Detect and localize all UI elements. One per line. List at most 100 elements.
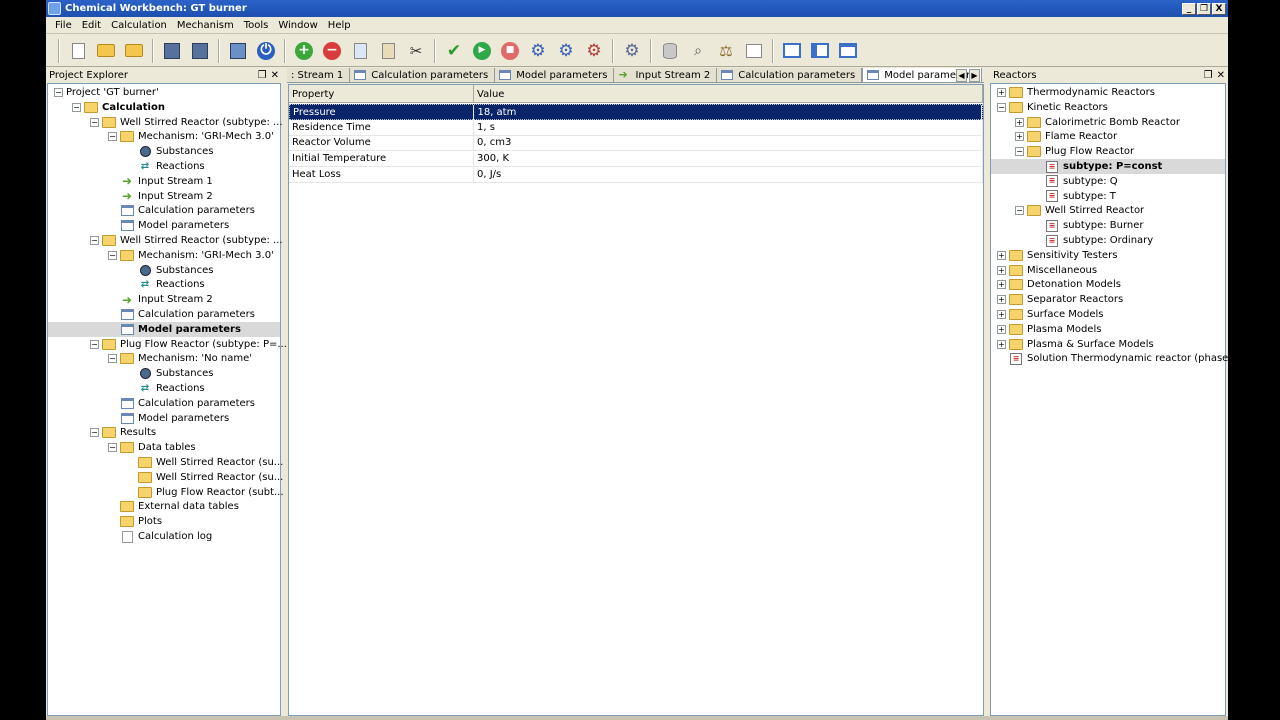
- expand-icon[interactable]: +: [1015, 117, 1024, 127]
- value-cell[interactable]: 1, s: [474, 119, 983, 135]
- tree-item[interactable]: Plug Flow Reactor (subt...: [48, 485, 284, 500]
- menu-tools[interactable]: Tools: [239, 20, 274, 31]
- collapse-icon[interactable]: −: [1015, 206, 1024, 216]
- tree-item[interactable]: Model parameters: [48, 321, 280, 337]
- gear-add-button[interactable]: ⚙: [527, 40, 549, 62]
- expand-icon[interactable]: +: [1015, 132, 1024, 142]
- document-tab[interactable]: Calculation parameters: [350, 68, 496, 82]
- tree-item[interactable]: + Calorimetric Bomb Reactor: [991, 115, 1225, 130]
- tree-item[interactable]: + Thermodynamic Reactors: [991, 85, 1225, 100]
- tree-item[interactable]: Well Stirred Reactor (su...: [48, 455, 283, 470]
- tree-item[interactable]: ≡ subtype: T: [991, 189, 1225, 204]
- document-tab[interactable]: : Stream 1: [287, 68, 351, 82]
- tree-item[interactable]: − Well Stirred Reactor (subtype: ...: [48, 233, 283, 248]
- document-tab[interactable]: Calculation parameters: [717, 68, 863, 82]
- collapse-icon[interactable]: −: [90, 236, 99, 245]
- table-row[interactable]: Heat Loss 0, J/s: [289, 166, 983, 183]
- tree-item[interactable]: ⇄ Reactions: [48, 159, 280, 174]
- tab-scroll-right-icon[interactable]: ▶: [969, 69, 980, 82]
- chart-button[interactable]: [743, 40, 765, 62]
- tree-item[interactable]: ≡ subtype: Burner: [991, 218, 1225, 233]
- tree-item[interactable]: + Sensitivity Testers: [991, 248, 1225, 263]
- tree-item[interactable]: Calculation parameters: [48, 203, 280, 218]
- expand-icon[interactable]: +: [997, 295, 1006, 305]
- project-settings-button[interactable]: [227, 40, 249, 62]
- collapse-icon[interactable]: −: [1015, 147, 1024, 157]
- close-panel-icon[interactable]: ✕: [271, 70, 279, 81]
- expand-icon[interactable]: +: [997, 310, 1006, 319]
- expand-icon[interactable]: +: [997, 265, 1006, 275]
- tree-item[interactable]: − Mechanism: 'No name': [48, 351, 280, 366]
- tree-item[interactable]: Model parameters: [48, 218, 280, 233]
- expand-icon[interactable]: +: [997, 280, 1006, 290]
- tree-item[interactable]: ➜ Input Stream 2: [48, 189, 280, 204]
- tree-item[interactable]: − Well Stirred Reactor: [991, 203, 1225, 218]
- tree-item[interactable]: − Results: [48, 425, 280, 440]
- collapse-icon[interactable]: −: [90, 117, 99, 127]
- tree-item[interactable]: + Plasma Models: [991, 322, 1225, 337]
- tree-item[interactable]: ≡ subtype: Q: [991, 174, 1225, 189]
- expand-icon[interactable]: +: [997, 324, 1006, 334]
- table-row[interactable]: Reactor Volume 0, cm3: [289, 135, 983, 152]
- cut-button[interactable]: ✂: [405, 40, 427, 62]
- restore-panel-icon[interactable]: ❐: [1204, 70, 1213, 81]
- table-row[interactable]: Initial Temperature 300, K: [289, 151, 983, 168]
- collapse-icon[interactable]: −: [108, 250, 117, 260]
- gear-button[interactable]: ⚙: [583, 40, 605, 62]
- new-document-button[interactable]: [67, 40, 89, 62]
- tree-item[interactable]: ≡ Solution Thermodynamic reactor (phase .…: [991, 351, 1228, 366]
- collapse-icon[interactable]: −: [108, 354, 117, 364]
- collapse-icon[interactable]: −: [72, 102, 81, 112]
- tree-item[interactable]: − Data tables: [48, 440, 280, 455]
- value-cell[interactable]: 0, cm3: [474, 135, 983, 151]
- value-column-header[interactable]: Value: [474, 85, 983, 103]
- tree-item[interactable]: Plots: [48, 514, 280, 529]
- tree-item[interactable]: − Plug Flow Reactor: [991, 144, 1225, 159]
- collapse-icon[interactable]: −: [997, 102, 1006, 112]
- collapse-icon[interactable]: −: [108, 443, 117, 453]
- open-button[interactable]: [95, 40, 117, 62]
- tree-item[interactable]: + Plasma & Surface Models: [991, 337, 1225, 352]
- search-button[interactable]: ⌕: [687, 40, 709, 62]
- reactors-tree[interactable]: + Thermodynamic Reactors − Kinetic Reactors…: [990, 83, 1228, 716]
- tree-item[interactable]: − Mechanism: 'GRI-Mech 3.0': [48, 129, 280, 144]
- collapse-icon[interactable]: −: [90, 339, 99, 349]
- check-button[interactable]: ✔: [443, 40, 465, 62]
- menu-calculation[interactable]: Calculation: [106, 20, 172, 31]
- database-button[interactable]: [659, 40, 681, 62]
- tree-item[interactable]: + Separator Reactors: [991, 292, 1225, 307]
- tree-item[interactable]: Model parameters: [48, 411, 280, 426]
- paste-button[interactable]: [377, 40, 399, 62]
- expand-icon[interactable]: +: [997, 339, 1006, 349]
- gear-run-button[interactable]: ⚙: [555, 40, 577, 62]
- table-row[interactable]: Pressure 18, atm: [289, 104, 983, 120]
- open-project-button[interactable]: [123, 40, 145, 62]
- tree-item[interactable]: External data tables: [48, 499, 280, 514]
- menu-help[interactable]: Help: [323, 20, 356, 31]
- balance-button[interactable]: ⚖: [715, 40, 737, 62]
- tree-item[interactable]: − Mechanism: 'GRI-Mech 3.0': [48, 248, 280, 263]
- stop-button[interactable]: ■: [499, 40, 521, 62]
- table-row[interactable]: Residence Time 1, s: [289, 119, 983, 136]
- add-button[interactable]: +: [293, 40, 315, 62]
- project-tree[interactable]: − Project 'GT burner' − Calculation − Well St…: [47, 83, 287, 716]
- tree-item[interactable]: ➜ Input Stream 1: [48, 174, 280, 189]
- restore-button[interactable]: ❐: [1197, 2, 1211, 15]
- gear-settings-button[interactable]: ⚙: [621, 40, 643, 62]
- tree-item[interactable]: − Kinetic Reactors: [991, 100, 1225, 115]
- tree-item[interactable]: + Detonation Models: [991, 277, 1225, 292]
- tree-item[interactable]: ≡ subtype: Ordinary: [991, 233, 1225, 248]
- cascade-windows-button[interactable]: [781, 40, 803, 62]
- tree-item[interactable]: ⇄ Reactions: [48, 381, 280, 396]
- document-tab[interactable]: Model parameters: [495, 68, 615, 82]
- property-column-header[interactable]: Property: [289, 85, 474, 103]
- collapse-icon[interactable]: −: [90, 428, 99, 438]
- tab-scroll-left-icon[interactable]: ◀: [956, 69, 967, 82]
- close-button[interactable]: X: [1212, 2, 1226, 15]
- tree-item[interactable]: + Flame Reactor: [991, 129, 1225, 144]
- menu-file[interactable]: File: [50, 20, 77, 31]
- tree-item[interactable]: ≡ subtype: P=const: [991, 159, 1225, 174]
- menu-window[interactable]: Window: [273, 20, 322, 31]
- window-button[interactable]: [837, 40, 859, 62]
- close-panel-icon[interactable]: ✕: [1217, 70, 1225, 81]
